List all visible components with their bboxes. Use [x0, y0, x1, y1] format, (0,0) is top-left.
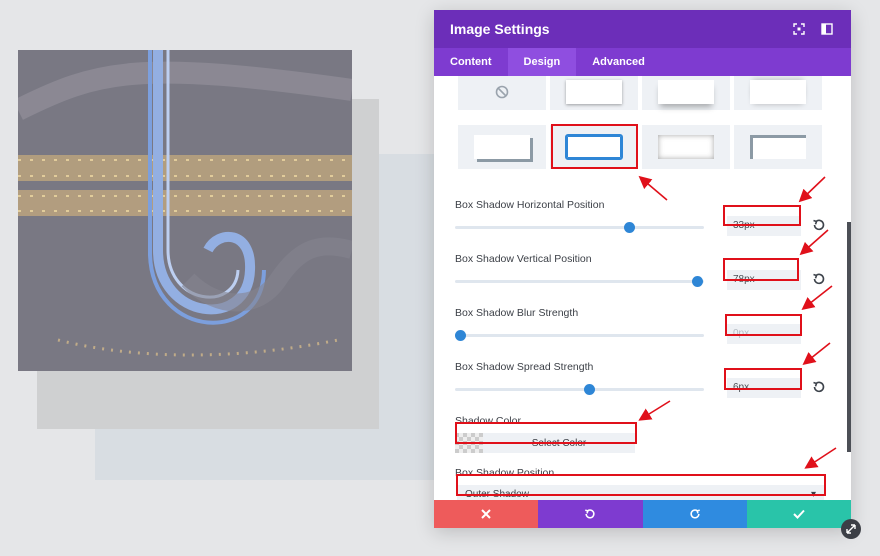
annotation-box: [455, 422, 637, 444]
shadow-preview: [750, 135, 806, 159]
undo-button[interactable]: [538, 500, 643, 528]
spread-slider[interactable]: [455, 384, 704, 395]
save-button[interactable]: [746, 500, 851, 528]
slider-handle[interactable]: [691, 276, 703, 287]
blur-slider[interactable]: [454, 330, 704, 341]
redo-icon: [690, 509, 700, 519]
modal-footer: [434, 500, 851, 528]
shadow-preview: [566, 80, 622, 104]
undo-icon: [585, 509, 595, 519]
vertical-slider[interactable]: [455, 276, 704, 287]
annotation-box: [551, 124, 638, 169]
shadow-style-2[interactable]: [642, 76, 730, 110]
tab-advanced[interactable]: Advanced: [576, 48, 661, 76]
tab-design[interactable]: Design: [507, 48, 577, 76]
preview-image: [18, 50, 352, 371]
shadow-preview: [658, 135, 714, 159]
shadow-preview: [658, 80, 714, 104]
tab-content[interactable]: Content: [434, 48, 508, 76]
sidebar-toggle-icon[interactable]: [819, 21, 835, 37]
reset-icon[interactable]: [812, 218, 826, 232]
expand-icon[interactable]: [791, 21, 807, 37]
reset-icon[interactable]: [812, 272, 826, 286]
modal-header: Image Settings: [434, 10, 851, 48]
annotation-box: [725, 314, 802, 336]
slider-handle[interactable]: [584, 384, 596, 395]
slider-handle[interactable]: [624, 222, 636, 233]
cancel-button[interactable]: [434, 500, 539, 528]
shadow-style-7[interactable]: [734, 125, 822, 169]
modal-title: Image Settings: [450, 21, 550, 37]
reset-icon[interactable]: [812, 380, 826, 394]
annotation-box: [723, 205, 801, 226]
shadow-style-1[interactable]: [550, 76, 638, 110]
resize-handle[interactable]: [841, 519, 861, 539]
check-icon: [793, 509, 805, 519]
no-shadow-icon: [495, 85, 509, 99]
resize-icon: [846, 524, 856, 534]
box-shadow-style-grid: [458, 76, 823, 169]
annotation-box: [724, 368, 802, 390]
tab-bar: Content Design Advanced: [434, 48, 851, 76]
image-overlay: [18, 50, 352, 371]
shadow-style-6[interactable]: [642, 125, 730, 169]
shadow-style-4[interactable]: [458, 125, 546, 169]
scrollbar[interactable]: [847, 222, 851, 452]
shadow-style-none[interactable]: [458, 76, 546, 110]
shadow-preview: [750, 80, 806, 104]
close-icon: [481, 509, 491, 519]
annotation-box: [723, 258, 799, 281]
redo-button[interactable]: [642, 500, 747, 528]
annotation-box: [456, 474, 826, 496]
shadow-preview: [474, 135, 530, 159]
horizontal-slider[interactable]: [455, 222, 704, 233]
slider-handle[interactable]: [454, 330, 466, 341]
shadow-style-3[interactable]: [734, 76, 822, 110]
